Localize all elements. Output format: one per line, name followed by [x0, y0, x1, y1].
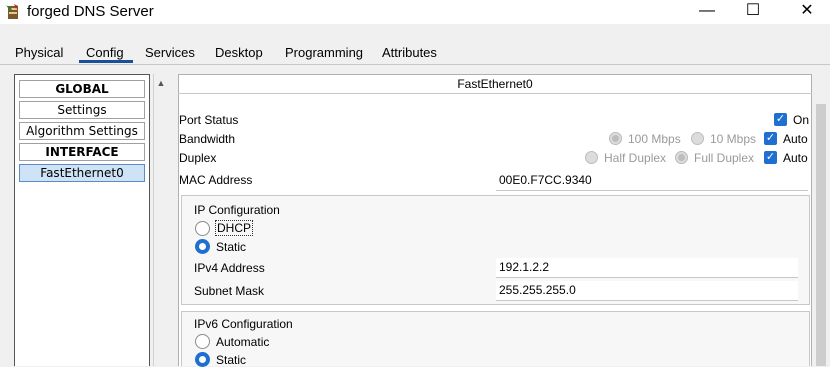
bandwidth-10-radio[interactable]: [691, 132, 704, 145]
full-duplex-label: Full Duplex: [694, 151, 755, 165]
tab-attributes[interactable]: Attributes: [382, 45, 437, 61]
ipv6-configuration-title: IPv6 Configuration: [194, 317, 293, 331]
tab-services[interactable]: Services: [145, 45, 195, 61]
mac-address-field[interactable]: 00E0.F7CC.9340: [496, 171, 808, 191]
check-icon: ✓: [775, 113, 786, 125]
ipv6-automatic-label: Automatic: [216, 335, 270, 349]
close-button[interactable]: ✕: [784, 0, 830, 24]
half-duplex-label: Half Duplex: [604, 151, 667, 165]
panel-title: FastEthernet0: [178, 75, 812, 94]
check-icon: ✓: [765, 151, 776, 163]
window-title: forged DNS Server: [27, 3, 154, 20]
server-icon: [6, 4, 18, 19]
subnet-mask-label: Subnet Mask: [194, 284, 265, 298]
minimize-button[interactable]: —: [684, 0, 730, 24]
port-status-label: Port Status: [179, 113, 239, 127]
ipv6-automatic-radio[interactable]: [195, 334, 210, 349]
tab-config[interactable]: Config: [86, 45, 124, 61]
port-status-on-label: On: [793, 113, 810, 127]
tab-programming[interactable]: Programming: [285, 45, 363, 61]
subnet-mask-field[interactable]: 255.255.255.0: [496, 281, 798, 301]
ipv4-address-field[interactable]: 192.1.2.2: [496, 258, 798, 278]
panel-scrollbar-thumb[interactable]: [816, 104, 826, 366]
check-icon: ✓: [765, 132, 776, 144]
dhcp-label-text: DHCP: [215, 220, 254, 236]
full-duplex-radio[interactable]: [675, 151, 688, 164]
port-status-on-checkbox[interactable]: ✓: [774, 113, 787, 126]
duplex-auto-checkbox[interactable]: ✓: [764, 151, 777, 164]
dhcp-radio[interactable]: [195, 221, 210, 236]
tab-divider: [0, 64, 830, 65]
bandwidth-label: Bandwidth: [179, 132, 236, 146]
bandwidth-100-label: 100 Mbps: [628, 132, 681, 146]
sidebar-item-fastethernet0[interactable]: FastEthernet0: [19, 164, 145, 182]
bandwidth-auto-label: Auto: [783, 132, 808, 146]
half-duplex-radio[interactable]: [585, 151, 598, 164]
ip-configuration-title: IP Configuration: [194, 203, 280, 217]
static-ip-label: Static: [216, 240, 247, 254]
mac-address-label: MAC Address: [179, 173, 253, 187]
sidebar-item-settings[interactable]: Settings: [19, 101, 145, 119]
bandwidth-100-radio[interactable]: [609, 132, 622, 145]
static-ip-radio[interactable]: [195, 239, 210, 254]
ipv6-static-label: Static: [216, 353, 247, 367]
scroll-up-icon[interactable]: ▲: [153, 78, 169, 88]
ipv6-static-radio[interactable]: [195, 352, 210, 367]
sidebar-item-algorithm-settings[interactable]: Algorithm Settings: [19, 122, 145, 140]
bandwidth-10-label: 10 Mbps: [710, 132, 757, 146]
dhcp-label: DHCP: [215, 220, 254, 236]
tab-physical[interactable]: Physical: [15, 45, 63, 61]
tab-desktop[interactable]: Desktop: [215, 45, 263, 61]
duplex-label: Duplex: [179, 151, 217, 165]
duplex-auto-label: Auto: [783, 151, 808, 165]
sidebar-scrollbar[interactable]: [153, 74, 170, 366]
active-tab-indicator: [79, 60, 133, 63]
bandwidth-auto-checkbox[interactable]: ✓: [764, 132, 777, 145]
ipv4-address-label: IPv4 Address: [194, 261, 265, 275]
sidebar-item-global: GLOBAL: [19, 80, 145, 98]
sidebar-item-interface: INTERFACE: [19, 143, 145, 161]
maximize-button[interactable]: ☐: [730, 0, 776, 24]
